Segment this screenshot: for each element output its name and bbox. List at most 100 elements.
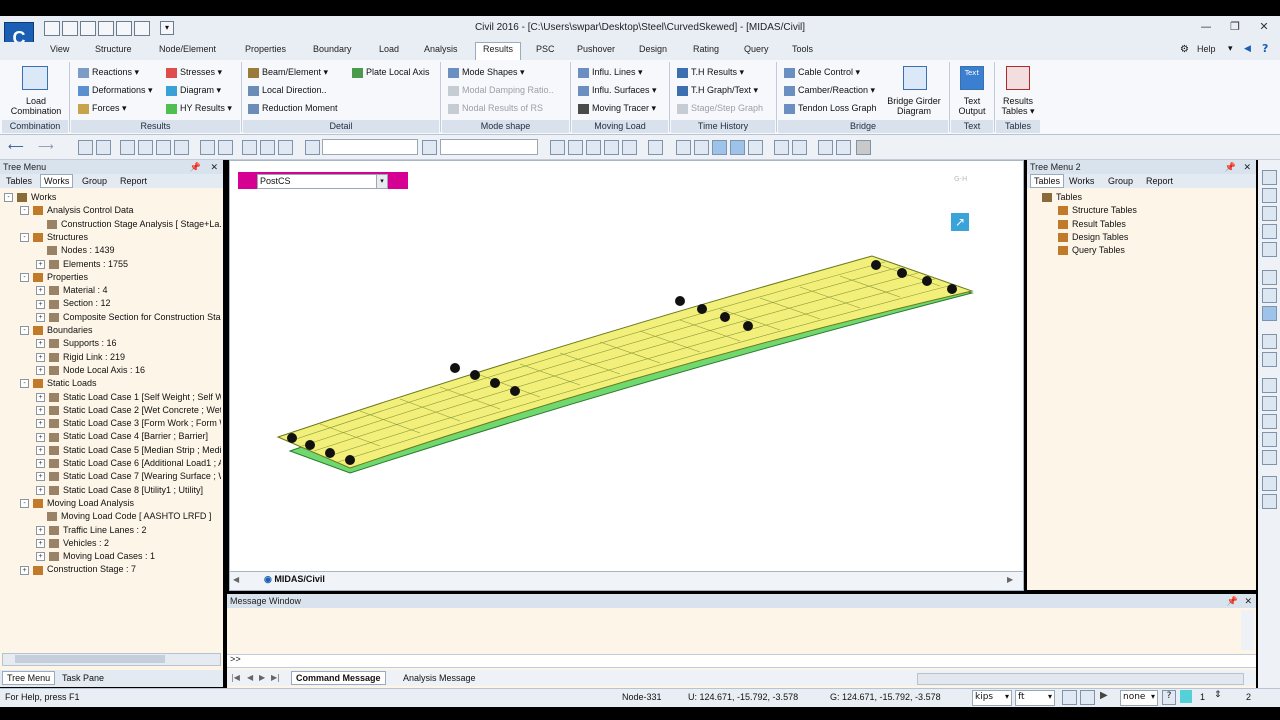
works-tree-row[interactable]: + Static Load Case 7 [Wearing Surface ; W… — [36, 471, 221, 482]
unselect-icon[interactable] — [200, 140, 215, 155]
restore-icon[interactable]: ❐ — [1228, 20, 1242, 34]
beam-element-button[interactable]: Beam/Element ▾ — [248, 67, 328, 78]
zoom-dynamic-icon[interactable] — [1262, 188, 1277, 203]
tab-pushover[interactable]: Pushover — [577, 44, 615, 54]
view-bottom-icon[interactable] — [622, 140, 637, 155]
settings-icon[interactable]: ⚙ — [1180, 44, 1189, 55]
tables-tree-row[interactable]: Design Tables — [1047, 232, 1128, 243]
tree-tab-tables[interactable]: Tables — [6, 176, 32, 186]
bridge-girder-diagram-button[interactable]: Bridge Girder Diagram — [884, 96, 944, 116]
works-tree-row[interactable]: + Static Load Case 4 [Barrier ; Barrier] — [36, 431, 208, 442]
zoom-fit-right-icon[interactable] — [1262, 242, 1277, 257]
forces-button[interactable]: Forces ▾ — [78, 103, 127, 114]
works-tree-row[interactable]: - Analysis Control Data — [20, 205, 134, 216]
zoom-out-icon[interactable] — [1262, 224, 1277, 239]
collapse-icon[interactable]: - — [20, 272, 29, 282]
tree-hscrollbar[interactable] — [2, 653, 221, 666]
select-all-icon[interactable] — [78, 140, 93, 155]
expand-icon[interactable]: + — [36, 392, 45, 402]
works-tree-row[interactable]: + Static Load Case 8 [Utility1 ; Utility] — [36, 485, 203, 495]
tab-load[interactable]: Load — [379, 44, 399, 54]
tree2-tab-report[interactable]: Report — [1146, 176, 1173, 186]
expand-icon[interactable]: + — [36, 299, 45, 309]
works-tree-row[interactable]: + Static Load Case 6 [Additional Load1 ; … — [36, 458, 221, 469]
close-panel-icon[interactable]: ✕ — [1244, 594, 1252, 608]
expand-icon[interactable]: + — [36, 312, 45, 322]
collapse-icon[interactable]: - — [20, 233, 29, 243]
select-volume-icon[interactable] — [174, 140, 189, 155]
tables-tree-row[interactable]: Structure Tables — [1047, 205, 1137, 216]
redo-icon[interactable]: ⟶ — [38, 140, 54, 153]
minimize-icon[interactable]: — — [1199, 20, 1213, 34]
expand-icon[interactable]: + — [36, 538, 45, 548]
view-side-icon[interactable] — [586, 140, 601, 155]
expand-icon[interactable]: + — [36, 405, 45, 415]
collapse-icon[interactable]: - — [20, 326, 29, 336]
display-options-icon[interactable] — [818, 140, 833, 155]
stage-step-graph-button[interactable]: Stage/Step Graph — [677, 103, 763, 114]
works-tree-row[interactable]: Construction Stage Analysis [ Stage+La..… — [36, 219, 221, 229]
tab-query[interactable]: Query — [744, 44, 769, 54]
help-dropdown-icon[interactable]: ▾ — [1228, 44, 1233, 54]
bottom-view-icon[interactable] — [1262, 450, 1277, 465]
save-icon[interactable] — [98, 21, 114, 36]
named-view-dropdown[interactable] — [440, 139, 538, 155]
collapse-icon[interactable]: - — [20, 499, 29, 509]
expand-icon[interactable]: + — [36, 419, 45, 429]
new-file-icon[interactable] — [44, 21, 60, 36]
works-tree-row[interactable]: - Structures — [20, 232, 88, 243]
plate-local-axis-button[interactable]: Plate Local Axis — [352, 67, 430, 78]
tab-node-element[interactable]: Node/Element — [159, 44, 216, 54]
length-unit-select[interactable]: ft ▾ — [1015, 690, 1055, 706]
identify-icon[interactable] — [422, 140, 437, 155]
none-select[interactable]: none ▾ — [1120, 690, 1158, 706]
works-tree-row[interactable]: + Static Load Case 3 [Form Work ; Form W.… — [36, 418, 221, 429]
collapse-icon[interactable]: - — [20, 379, 29, 389]
message-hscrollbar[interactable] — [917, 673, 1244, 685]
expand-icon[interactable]: + — [36, 432, 45, 442]
expand-icon[interactable]: + — [36, 352, 45, 362]
msg-nav-next-icon[interactable]: ▶ — [259, 673, 265, 682]
tree2-tab-works[interactable]: Works — [1069, 176, 1094, 186]
works-tree-row[interactable]: + Material : 4 — [36, 285, 108, 296]
works-tree-row[interactable]: - Moving Load Analysis — [20, 498, 134, 509]
zoom-in-icon[interactable] — [1262, 206, 1277, 221]
rotate-icon[interactable] — [1262, 288, 1277, 303]
works-tree-row[interactable]: + Static Load Case 2 [Wet Concrete ; Wet … — [36, 405, 221, 415]
expand-icon[interactable]: + — [36, 472, 45, 482]
tab-command-message[interactable]: Command Message — [291, 671, 386, 685]
diagram-button[interactable]: Diagram ▾ — [166, 85, 221, 96]
tab-psc[interactable]: PSC — [536, 44, 555, 54]
reduction-moment-button[interactable]: Reduction Moment — [248, 103, 338, 114]
works-tree-row[interactable]: + Traffic Line Lanes : 2 — [36, 525, 147, 535]
camber-reaction-button[interactable]: Camber/Reaction ▾ — [784, 85, 875, 96]
close-panel-icon[interactable]: ✕ — [1243, 160, 1251, 174]
color-icon[interactable] — [1180, 690, 1192, 703]
tables-tree-row[interactable]: Tables — [1031, 192, 1082, 203]
tab-tools[interactable]: Tools — [792, 44, 813, 54]
pan-icon[interactable] — [1262, 270, 1277, 285]
influ-lines-button[interactable]: Influ. Lines ▾ — [578, 67, 643, 78]
view-iso-icon[interactable] — [550, 140, 565, 155]
help-arrow-icon[interactable]: ◀ — [1244, 44, 1251, 54]
select-polygon-icon[interactable] — [120, 140, 135, 155]
expand-icon[interactable]: + — [36, 445, 45, 455]
works-tree-row[interactable]: + Moving Load Cases : 1 — [36, 551, 155, 562]
back-view-icon[interactable] — [1262, 396, 1277, 411]
front-view-icon[interactable] — [1262, 378, 1277, 393]
collapse-icon[interactable]: - — [4, 193, 13, 203]
local-direction-button[interactable]: Local Direction.. — [248, 85, 327, 96]
properties-icon[interactable] — [134, 21, 150, 36]
works-tree-row[interactable]: + Elements : 1755 — [36, 259, 128, 269]
node-number-icon[interactable] — [774, 140, 789, 155]
expand-icon[interactable]: + — [36, 485, 45, 495]
lock-icon[interactable] — [836, 140, 851, 155]
snapshot-icon[interactable] — [856, 140, 871, 155]
pin-icon[interactable]: 📌 — [1227, 594, 1238, 608]
tree-hscroll-thumb[interactable] — [15, 655, 165, 663]
tab-structure[interactable]: Structure — [95, 44, 132, 54]
rotate-view-icon[interactable] — [648, 140, 663, 155]
close-panel-icon[interactable]: ✕ — [210, 160, 218, 174]
print-icon[interactable] — [116, 21, 132, 36]
works-tree-row[interactable]: Nodes : 1439 — [36, 245, 115, 256]
